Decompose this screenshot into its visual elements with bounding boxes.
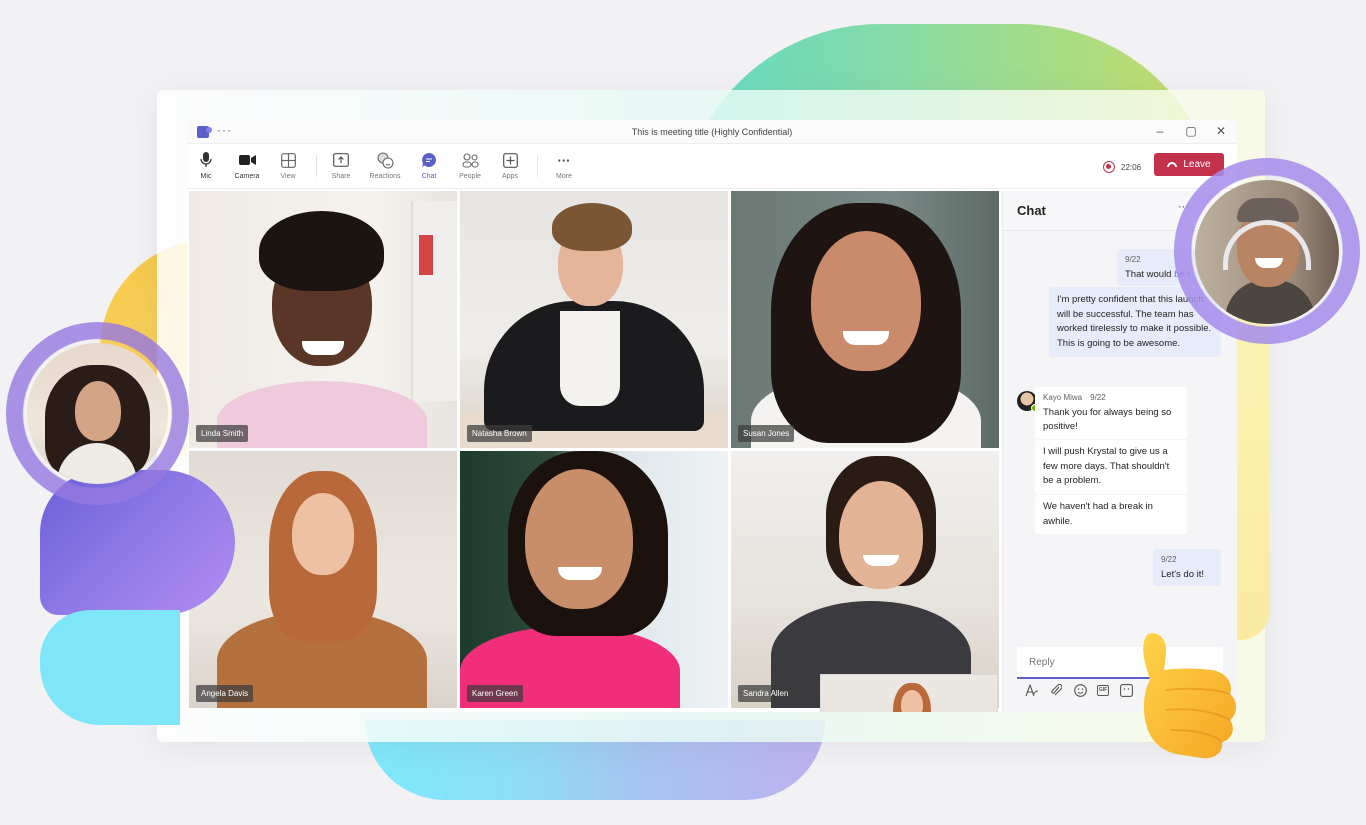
reactions-button[interactable]: Reactions	[364, 151, 406, 180]
floating-participant-avatar-left[interactable]	[27, 343, 168, 484]
chat-message: I will push Krystal to give us a few mor…	[1035, 440, 1187, 494]
message-text: Thank you for always being so positive!	[1043, 406, 1172, 433]
message-date: 9/22	[1090, 393, 1106, 402]
toolbar-divider	[316, 155, 317, 177]
chat-icon	[420, 151, 438, 169]
close-button[interactable]: ✕	[1214, 124, 1228, 138]
message-text: That would	[1125, 268, 1175, 280]
thumbs-up-icon	[1143, 633, 1236, 759]
gif-icon[interactable]: GIF	[1097, 684, 1109, 696]
attach-icon[interactable]	[1049, 683, 1063, 697]
video-tile[interactable]: Karen Green	[460, 451, 728, 708]
mic-icon	[197, 151, 215, 169]
participant-name: Sandra Allen	[738, 685, 794, 702]
people-icon	[461, 151, 479, 169]
chat-message: 9/22 Let's do it!	[1153, 549, 1221, 586]
more-dots-icon: ···	[557, 152, 571, 168]
maximize-button[interactable]: ▢	[1184, 124, 1198, 138]
people-button[interactable]: People	[449, 151, 491, 180]
participant-name: Natasha Brown	[467, 425, 532, 442]
leave-label: Leave	[1183, 159, 1211, 170]
chat-message: We haven't had a break in awhile.	[1035, 495, 1187, 534]
apps-label: Apps	[502, 173, 518, 180]
video-tile[interactable]: Natasha Brown	[460, 191, 728, 448]
hang-up-icon	[1167, 162, 1178, 167]
people-label: People	[459, 173, 481, 180]
share-tray-icon	[332, 151, 350, 169]
leave-button[interactable]: Leave	[1154, 153, 1224, 176]
participant-name: Susan Jones	[738, 425, 795, 442]
grid-view-icon	[279, 151, 297, 169]
marketing-stage: ··· This is meeting title (Highly Confid…	[0, 0, 1366, 825]
more-label: More	[556, 173, 572, 180]
video-tile[interactable]: Linda Smith	[189, 191, 457, 448]
message-text: I will push Krystal to give us a few mor…	[1043, 446, 1170, 486]
minimize-button[interactable]: –	[1153, 124, 1167, 138]
video-tile[interactable]: Sandra Allen	[731, 451, 999, 708]
apps-button[interactable]: Apps	[489, 151, 531, 180]
view-label: View	[280, 173, 296, 180]
mic-label: Mic	[200, 173, 212, 180]
title-bar: ··· This is meeting title (Highly Confid…	[187, 120, 1237, 144]
share-label: Share	[331, 173, 351, 180]
meeting-timer: 22:06	[1121, 162, 1142, 172]
participant-name: Linda Smith	[196, 425, 249, 442]
reactions-label: Reactions	[369, 173, 401, 180]
reactions-icon	[376, 151, 394, 169]
teams-meeting-window: ··· This is meeting title (Highly Confid…	[187, 120, 1237, 712]
participant-name: Karen Green	[467, 685, 523, 702]
chat-label: Chat	[421, 173, 437, 180]
decorative-blob-cyan	[40, 610, 180, 725]
toolbar-divider	[537, 155, 538, 177]
bookshelf	[411, 201, 457, 401]
meeting-title: This is meeting title (Highly Confidenti…	[631, 127, 793, 137]
view-button[interactable]: View	[267, 151, 309, 180]
format-icon[interactable]	[1025, 683, 1039, 697]
recording-indicator: 22:06	[1103, 161, 1141, 173]
participant-name: Angela Davis	[196, 685, 254, 702]
camera-icon	[238, 151, 256, 169]
self-view-video[interactable]: Angela Davis	[820, 674, 998, 712]
camera-label: Camera	[234, 173, 260, 180]
video-grid: Linda Smith Natasha Brown Susan Jones An…	[189, 191, 1000, 712]
video-tile[interactable]: Susan Jones	[731, 191, 999, 448]
message-text: I'm pretty confident that this launch wi…	[1057, 294, 1212, 349]
video-tile[interactable]: Angela Davis	[189, 451, 457, 708]
message-text: We haven't had a break in awhile.	[1043, 501, 1153, 527]
meeting-toolbar: Mic Camera View Share Reactions Chat Peo…	[187, 145, 1237, 189]
chat-title: Chat	[1017, 203, 1046, 218]
more-button[interactable]: ··· More	[543, 151, 585, 181]
message-text: Let's do it!	[1161, 568, 1205, 580]
floating-participant-avatar-right[interactable]	[1195, 180, 1339, 324]
message-date: 9/22	[1161, 555, 1177, 564]
chat-button[interactable]: Chat	[408, 151, 450, 180]
message-author: Kayo Miwa	[1043, 393, 1083, 402]
chat-message: Kayo Miwa 9/22 Thank you for always being…	[1035, 387, 1187, 439]
compose-toolbar: GIF	[1025, 683, 1133, 697]
share-button[interactable]: Share	[320, 151, 362, 180]
camera-button[interactable]: Camera	[226, 151, 268, 180]
recording-icon	[1103, 161, 1115, 173]
mic-button[interactable]: Mic	[187, 151, 227, 180]
apps-add-icon	[501, 151, 519, 169]
emoji-icon[interactable]	[1073, 683, 1087, 697]
